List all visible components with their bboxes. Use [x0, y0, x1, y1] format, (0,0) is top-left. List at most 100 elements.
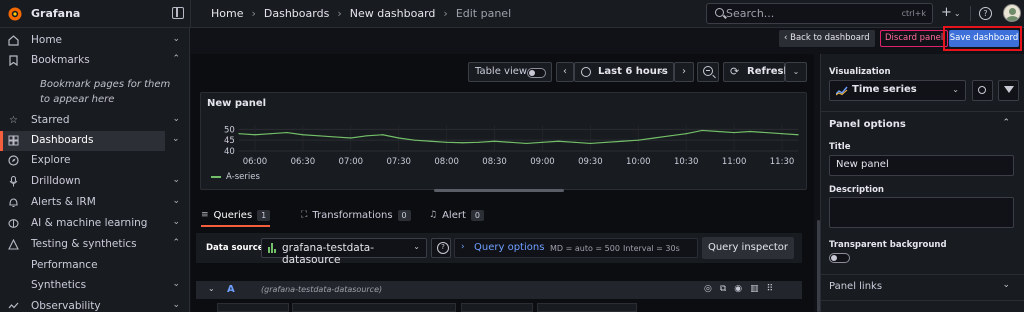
help-icon[interactable]: ◎: [704, 284, 712, 294]
sidebar-item-bookmarks[interactable]: Bookmarks ⌃: [0, 51, 189, 71]
divider: [821, 300, 1024, 301]
star-icon: ☆: [9, 115, 18, 126]
scenario-select[interactable]: [292, 303, 456, 312]
sidebar-item-synthetics[interactable]: Synthetics ⌄: [0, 276, 189, 296]
zoom-out-button[interactable]: [697, 62, 719, 82]
tab-transformations[interactable]: ⛶ Transformations 0: [301, 203, 411, 227]
sidebar-item-observability[interactable]: Observability ⌄: [0, 297, 189, 312]
query-datasource-name: (grafana-testdata-datasource): [261, 285, 383, 294]
drilldown-icon: [9, 176, 18, 187]
chevron-down-icon[interactable]: ⌄: [1002, 280, 1010, 290]
data-point: [621, 140, 623, 142]
filter-options-button[interactable]: [998, 80, 1019, 101]
search-icon: [978, 86, 986, 94]
sidebar-item-starred[interactable]: ☆ Starred ⌄: [0, 111, 189, 131]
chevron-down-icon[interactable]: ⌄: [172, 196, 180, 206]
query-row-header[interactable]: ⌄ A (grafana-testdata-datasource) ◎ ⧉ ◉ …: [196, 281, 802, 299]
chevron-up-icon[interactable]: ⌃: [1002, 118, 1010, 128]
toggle-switch[interactable]: [527, 68, 546, 78]
chevron-down-icon[interactable]: ⌄: [172, 34, 180, 44]
data-point: [669, 135, 671, 137]
trash-icon[interactable]: ▥: [750, 284, 759, 294]
sidebar-item-alerts-irm[interactable]: Alerts & IRM ⌄: [0, 193, 189, 213]
search-placeholder: Search...: [726, 7, 775, 20]
refresh-button[interactable]: ⟳ Refresh: [723, 62, 791, 82]
refresh-interval-dropdown[interactable]: ⌄: [785, 62, 807, 82]
panel-links-header[interactable]: Panel links: [829, 281, 882, 292]
chevron-down-icon: ⌄: [953, 9, 961, 18]
help-icon[interactable]: ?: [979, 7, 992, 20]
data-point: [398, 137, 400, 139]
new-menu-button[interactable]: + ⌄: [941, 5, 961, 20]
query-options-label: Query options: [474, 242, 545, 253]
sidebar-item-dashboards[interactable]: Dashboards: [0, 131, 165, 151]
chevron-down-icon[interactable]: ⌄: [208, 284, 215, 293]
max-data-points: MD = auto = 500: [550, 244, 620, 253]
chevron-down-icon[interactable]: ⌄: [172, 300, 180, 310]
discard-panel-button[interactable]: Discard panel: [880, 30, 949, 47]
panel-options-header[interactable]: Panel options: [829, 119, 906, 130]
time-range-picker[interactable]: Last 6 hours ⌄: [574, 62, 674, 82]
interval-value: Interval = 30s: [623, 244, 680, 253]
query-help-button[interactable]: [431, 238, 451, 258]
chevron-down-icon[interactable]: ⌄: [172, 279, 180, 289]
query-row-actions: ◎ ⧉ ◉ ▥ ⠿: [704, 284, 773, 294]
drag-handle-icon[interactable]: ⠿: [767, 284, 774, 294]
time-shift-forward-button[interactable]: ›: [674, 62, 694, 82]
sidebar-item-label: AI & machine learning: [31, 217, 148, 229]
query-options-button[interactable]: › Query options MD = auto = 500 Interval…: [454, 238, 698, 258]
time-shift-back-button[interactable]: ‹: [556, 62, 574, 82]
panel-card[interactable]: New panel 40 45 50 06:00 06:30 07:00 07:30 08:0…: [200, 92, 807, 190]
description-textarea[interactable]: [829, 197, 1014, 228]
sidebar-item-home[interactable]: Home ⌄: [0, 31, 189, 51]
chevron-down-icon[interactable]: ⌄: [172, 134, 180, 144]
chevron-down-icon[interactable]: ⌄: [172, 114, 180, 124]
zoom-out-icon: [703, 66, 713, 76]
table-view-toggle[interactable]: Table view: [468, 62, 552, 82]
query-inspector-button[interactable]: Query inspector: [702, 237, 794, 259]
breadcrumb-new-dashboard[interactable]: New dashboard: [350, 7, 436, 20]
sidebar-item-drilldown[interactable]: Drilldown ⌄: [0, 172, 189, 192]
breadcrumb-dashboards[interactable]: Dashboards: [264, 7, 329, 20]
visualization-picker[interactable]: Time series ⌄: [829, 80, 966, 101]
grafana-logo-icon[interactable]: [7, 6, 23, 22]
chevron-up-icon[interactable]: ⌃: [172, 238, 180, 248]
title-input[interactable]: New panel: [829, 155, 1014, 176]
dock-menu-icon[interactable]: [172, 7, 184, 19]
legend[interactable]: A-series: [211, 172, 260, 182]
chevron-down-icon[interactable]: ⌄: [172, 175, 180, 185]
tab-queries[interactable]: ≡ Queries 1: [201, 203, 271, 227]
bookmarks-empty-note: Bookmark pages for them to appear here: [40, 79, 171, 105]
refresh-icon: ⟳: [730, 65, 740, 78]
legend-swatch: [211, 176, 221, 178]
chevron-down-icon[interactable]: ⌄: [172, 217, 180, 227]
back-to-dashboard-button[interactable]: ‹ Back to dashboard: [779, 30, 875, 47]
home-icon: [8, 35, 19, 46]
eye-icon[interactable]: ◉: [734, 284, 742, 294]
series-line: [238, 129, 799, 145]
sidebar-item-explore[interactable]: Explore: [0, 151, 189, 171]
data-point: [589, 142, 591, 145]
query-ref-id[interactable]: A: [227, 284, 235, 295]
breadcrumb-home[interactable]: Home: [211, 7, 243, 20]
data-source-value: grafana-testdata-datasource: [282, 242, 375, 266]
tab-alert[interactable]: ♫ Alert 0: [429, 203, 484, 227]
save-dashboard-button[interactable]: Save dashboard: [949, 30, 1019, 47]
horizontal-scrollbar[interactable]: [434, 189, 564, 192]
duplicate-icon[interactable]: ⧉: [720, 284, 726, 294]
chevron-up-icon[interactable]: ⌃: [172, 54, 180, 64]
sidebar-item-testing-synthetics[interactable]: Testing & synthetics ⌃: [0, 235, 189, 255]
data-point: [781, 133, 783, 135]
search-input[interactable]: Search... ctrl+k: [706, 3, 933, 24]
search-options-button[interactable]: [972, 80, 993, 101]
alias-input[interactable]: [537, 303, 637, 312]
clock-icon: [581, 67, 591, 77]
data-point: [366, 135, 368, 137]
alias-label: [461, 303, 533, 312]
data-source-select[interactable]: grafana-testdata-datasource ⌄: [261, 238, 427, 266]
sidebar-item-performance[interactable]: Performance: [0, 256, 189, 276]
sidebar-item-ai-ml[interactable]: AI & machine learning ⌄: [0, 214, 189, 234]
bell-icon: ♫: [429, 210, 438, 220]
transparent-background-toggle[interactable]: [829, 253, 850, 263]
avatar[interactable]: [1003, 4, 1021, 22]
